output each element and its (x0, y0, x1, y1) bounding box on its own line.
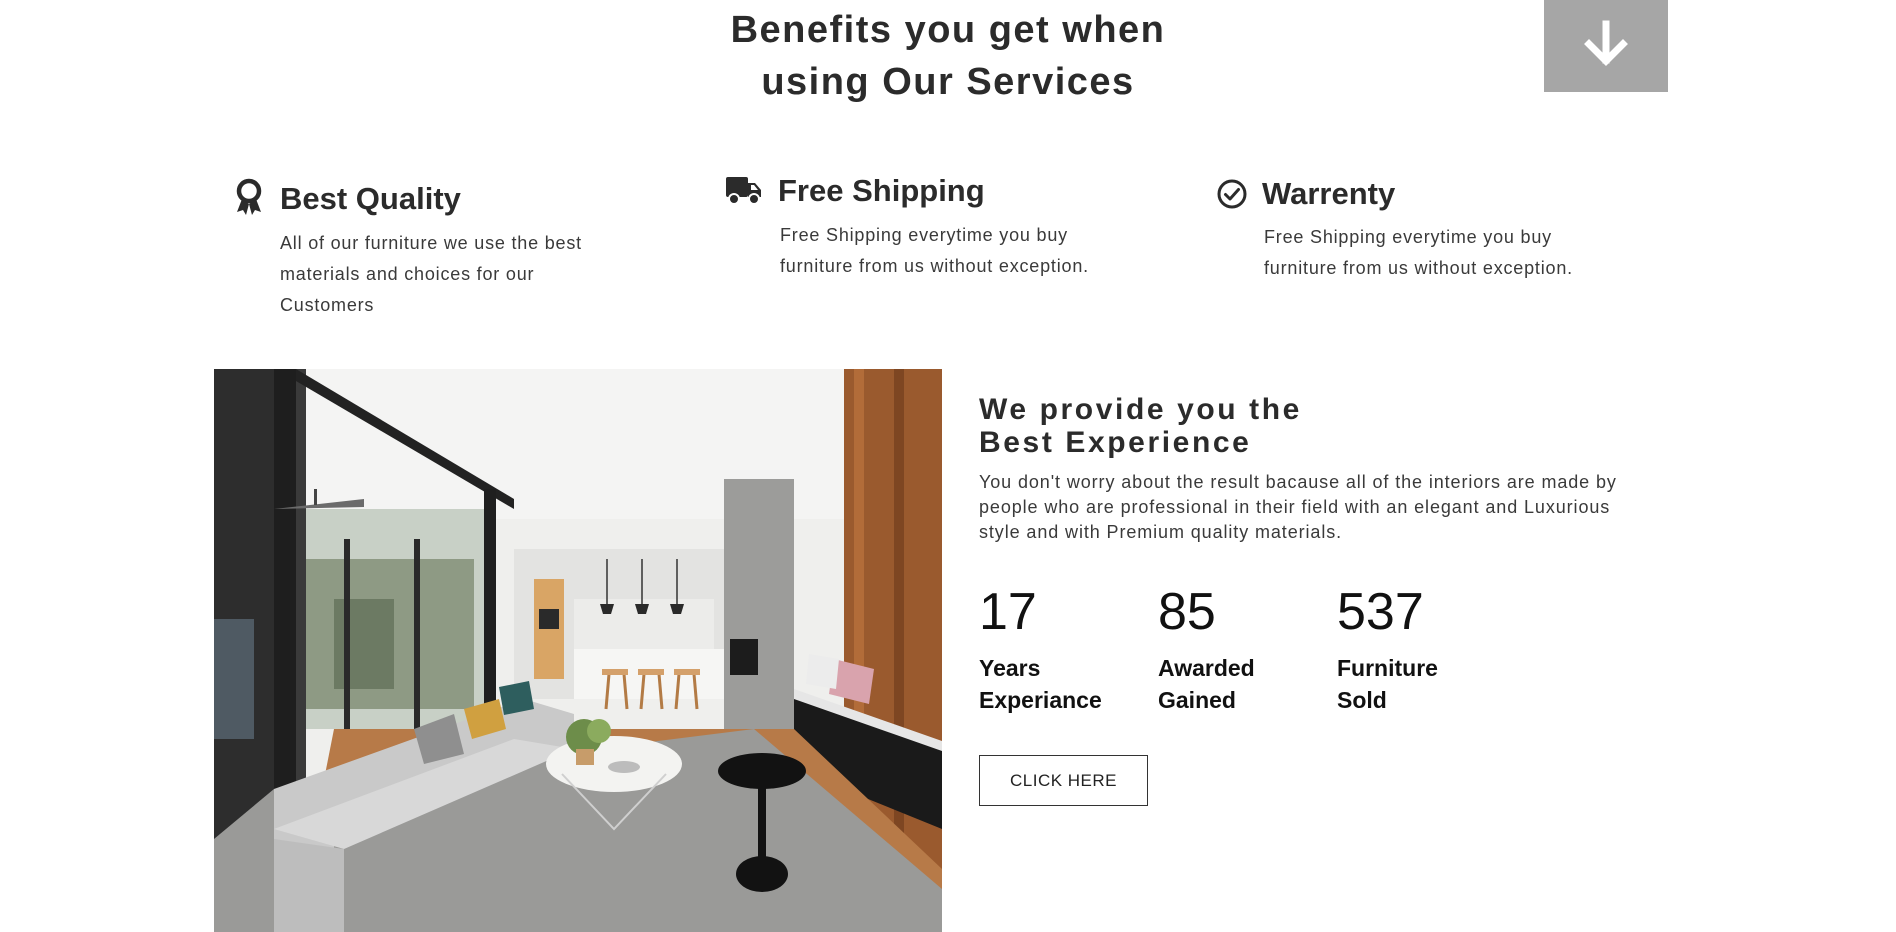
stat-furniture-sold: 537 Furniture Sold (1337, 580, 1507, 716)
experience-heading-line1: We provide you the (979, 393, 1302, 426)
experience-heading-line2: Best Experience (979, 426, 1252, 459)
stat-value: 17 (979, 583, 1037, 641)
feature-title: Best Quality (280, 181, 461, 216)
arrow-down-icon (1584, 20, 1628, 66)
living-room-photo (214, 369, 942, 932)
stat-label: Furniture Sold (1337, 652, 1507, 716)
feature-description: Free Shipping everytime you buy furnitur… (780, 225, 1089, 276)
feature-title: Free Shipping (778, 173, 985, 208)
feature-title: Warrenty (1262, 176, 1396, 211)
scroll-down-button[interactable] (1544, 0, 1668, 92)
click-here-button[interactable]: CLICK HERE (979, 755, 1148, 806)
stat-label-line1: Years (979, 655, 1041, 681)
stat-label: Awarded Gained (1158, 652, 1328, 716)
award-ribbon-icon (232, 178, 266, 215)
stat-label-line1: Awarded (1158, 655, 1255, 681)
stat-label-line1: Furniture (1337, 655, 1438, 681)
stat-label-line2: Experiance (979, 687, 1102, 713)
stat-label: Years Experiance (979, 652, 1149, 716)
stat-value: 85 (1158, 583, 1216, 641)
page: Benefits you get when using Our Services… (0, 0, 1896, 932)
stat-awards: 85 Awarded Gained (1158, 580, 1328, 716)
feature-description: Free Shipping everytime you buy furnitur… (1264, 227, 1573, 278)
stat-label-line2: Gained (1158, 687, 1236, 713)
feature-description: All of our furniture we use the best mat… (280, 233, 582, 315)
check-circle-icon (1215, 176, 1249, 212)
stat-value: 537 (1337, 583, 1424, 641)
truck-icon (724, 172, 764, 208)
experience-heading: We provide you the Best Experience (979, 393, 1302, 459)
stat-years: 17 Years Experiance (979, 580, 1149, 716)
experience-description: You don't worry about the result bacause… (979, 472, 1617, 542)
stat-label-line2: Sold (1337, 687, 1387, 713)
